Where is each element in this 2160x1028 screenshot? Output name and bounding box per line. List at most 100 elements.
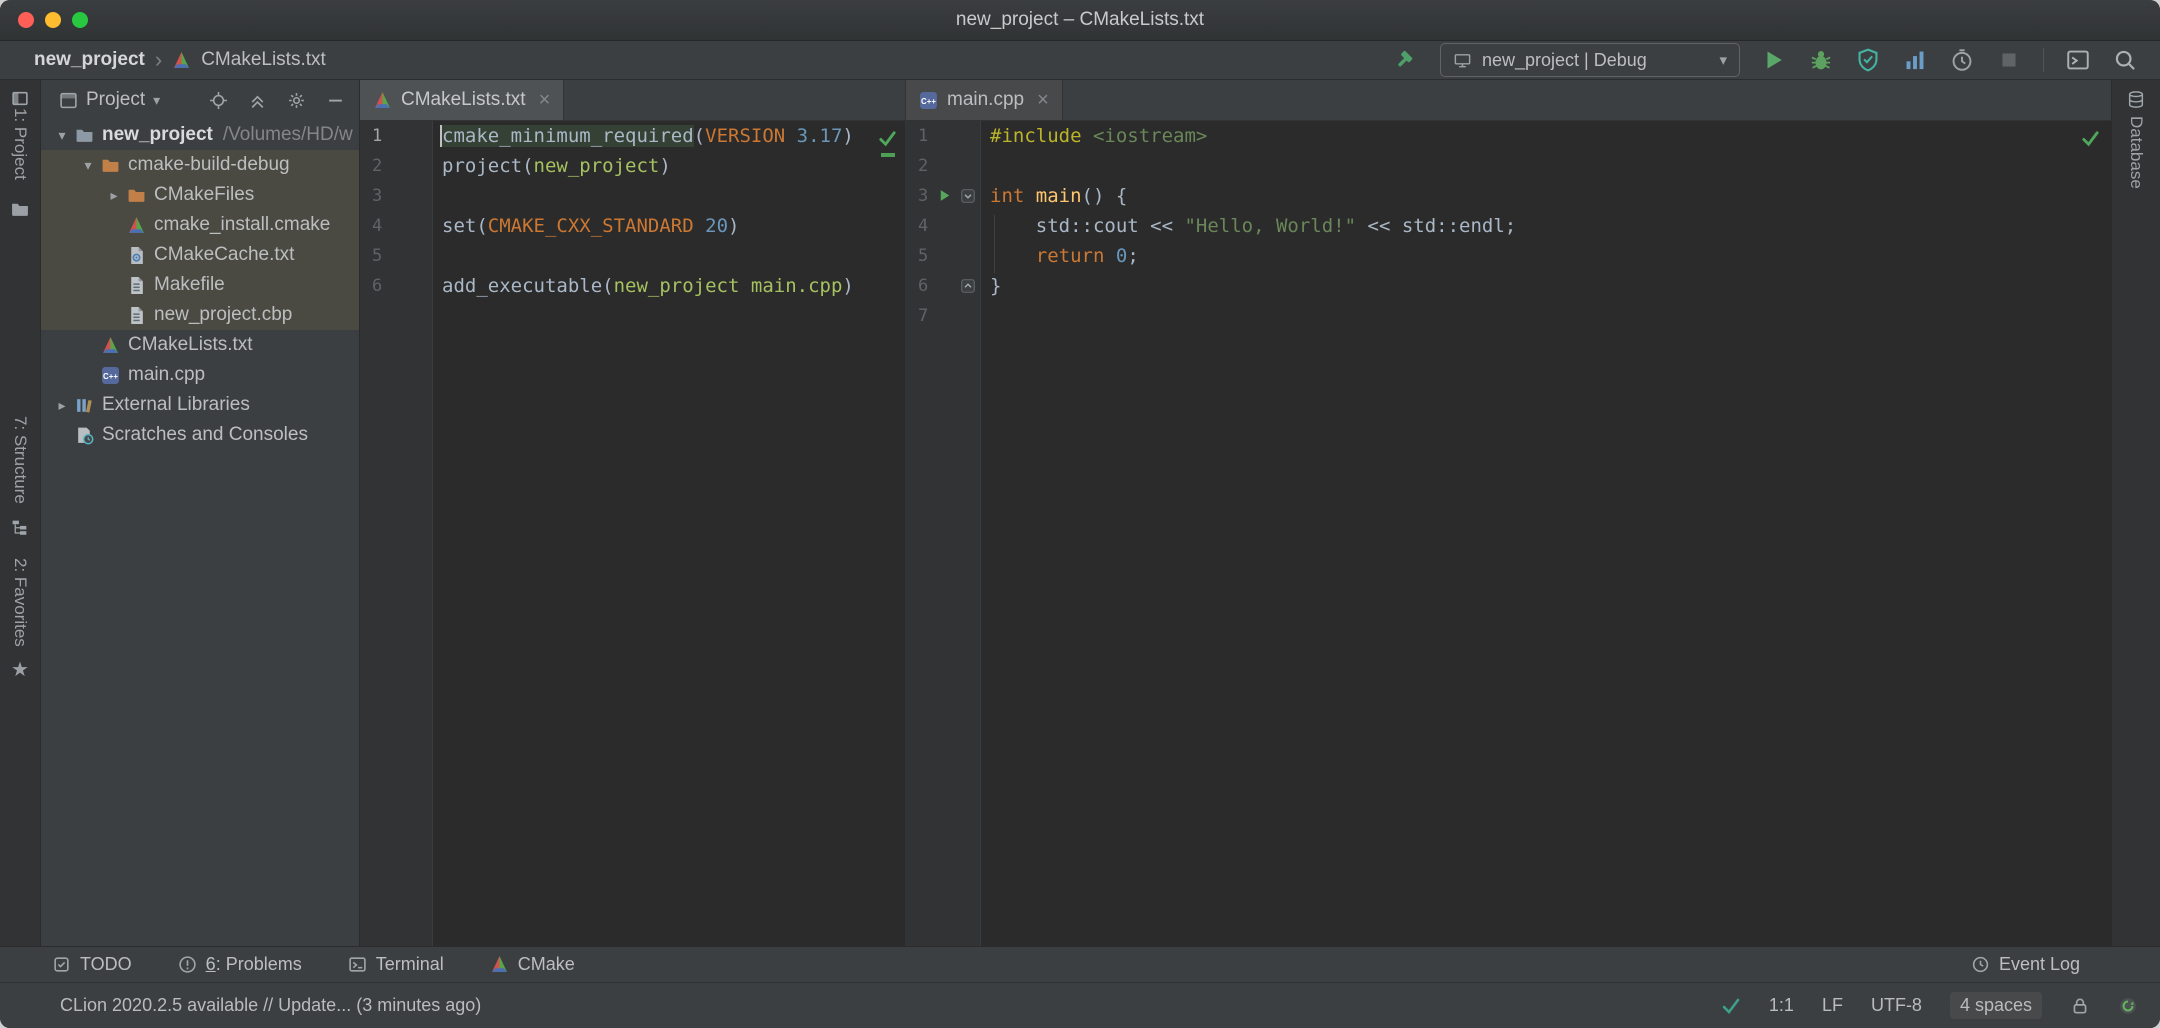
todo-icon <box>52 955 71 974</box>
close-icon[interactable]: × <box>539 89 551 112</box>
code-line[interactable]: std::cout << "Hello, World!" << std::end… <box>990 211 2111 241</box>
status-message[interactable]: CLion 2020.2.5 available // Update... (3… <box>60 995 481 1016</box>
window-title: new_project – CMakeLists.txt <box>0 9 2160 31</box>
cpp-file-icon: C++ <box>919 91 938 110</box>
stripe-button-favorites[interactable]: 2: Favorites <box>10 558 30 647</box>
gear-icon[interactable] <box>287 91 306 110</box>
structure-icon[interactable] <box>11 518 30 537</box>
build-hammer-icon[interactable] <box>1393 47 1419 73</box>
code-line[interactable] <box>442 181 905 211</box>
line-number: 1 <box>360 121 432 151</box>
debug-button[interactable] <box>1808 47 1834 73</box>
code-line[interactable]: } <box>990 271 2111 301</box>
tree-item-new-project[interactable]: ▾new_project /Volumes/HD/w <box>41 120 359 150</box>
libraries-icon <box>75 396 94 415</box>
line-number: 4 <box>360 211 432 241</box>
tree-item-label: new_project.cbp <box>154 304 292 326</box>
chevron-right-icon[interactable]: ▸ <box>49 397 75 414</box>
stripe-button-database[interactable]: Database <box>2126 116 2146 189</box>
tree-item-cmakecache-txt[interactable]: CMakeCache.txt <box>41 240 359 270</box>
database-icon[interactable] <box>2127 90 2146 109</box>
star-icon[interactable]: ★ <box>11 660 29 680</box>
code-line[interactable]: #include <iostream> <box>990 121 2111 151</box>
tree-item-new-project-cbp[interactable]: new_project.cbp <box>41 300 359 330</box>
cpu-profiler-button[interactable] <box>1949 47 1975 73</box>
tool-window-label: Terminal <box>376 954 444 975</box>
tool-window-button-problems[interactable]: 6: Problems <box>178 954 302 975</box>
terminal-button[interactable] <box>2065 47 2091 73</box>
code-line[interactable]: int main() { <box>990 181 2111 211</box>
tab-cmakelists[interactable]: CMakeLists.txt × <box>360 80 564 120</box>
line-number: 3 <box>360 181 432 211</box>
inspections-ok-icon[interactable] <box>2080 128 2101 149</box>
folder-icon[interactable] <box>11 200 30 219</box>
tool-window-button-todo[interactable]: TODO <box>52 954 132 975</box>
right-code: #include <iostream>int main() { std::cou… <box>981 121 2111 946</box>
tree-item-label: Scratches and Consoles <box>102 424 308 446</box>
caret-position-widget[interactable]: 1:1 <box>1769 995 1794 1016</box>
tool-window-label: 6: Problems <box>206 954 302 975</box>
close-icon[interactable]: × <box>1037 89 1049 112</box>
locate-file-icon[interactable] <box>209 91 228 110</box>
tree-item-label: main.cpp <box>128 364 205 386</box>
collapse-all-icon[interactable] <box>248 91 267 110</box>
run-config-selector[interactable]: new_project | Debug ▾ <box>1440 43 1740 77</box>
cpp-icon: C++ <box>101 366 120 385</box>
fold-start-icon[interactable] <box>961 189 975 203</box>
hide-panel-icon[interactable] <box>326 91 345 110</box>
update-notification-icon[interactable] <box>2118 996 2138 1016</box>
tree-item-scratches-and-consoles[interactable]: Scratches and Consoles <box>41 420 359 450</box>
tree-item-main-cpp[interactable]: C++ main.cpp <box>41 360 359 390</box>
zoom-button[interactable] <box>72 12 88 28</box>
chevron-down-icon[interactable]: ▾ <box>49 127 75 144</box>
minimize-button[interactable] <box>45 12 61 28</box>
close-button[interactable] <box>18 12 34 28</box>
run-button[interactable] <box>1761 47 1787 73</box>
tree-item-label: Makefile <box>154 274 225 296</box>
tool-window-icon[interactable] <box>11 89 30 108</box>
tool-window-button-terminal[interactable]: Terminal <box>348 954 444 975</box>
code-line[interactable] <box>990 301 2111 331</box>
cmake-ok-check-icon[interactable] <box>1721 996 1741 1016</box>
code-line[interactable] <box>990 151 2111 181</box>
tab-maincpp[interactable]: C++ main.cpp × <box>906 80 1063 120</box>
tool-window-button-cmake[interactable]: CMake <box>490 954 575 975</box>
fold-end-icon[interactable] <box>961 279 975 293</box>
event-log-button[interactable]: Event Log <box>1971 954 2080 975</box>
stripe-button-structure[interactable]: 7: Structure <box>10 416 30 504</box>
tool-window-label: CMake <box>518 954 575 975</box>
code-line[interactable]: cmake_minimum_required(VERSION 3.17) <box>442 121 905 151</box>
line-separator-widget[interactable]: LF <box>1822 995 1843 1016</box>
search-everywhere-button[interactable] <box>2112 47 2138 73</box>
tree-item-cmake-install-cmake[interactable]: cmake_install.cmake <box>41 210 359 240</box>
chevron-down-icon[interactable]: ▾ <box>75 157 101 174</box>
tree-item-makefile[interactable]: Makefile <box>41 270 359 300</box>
tree-item-cmakefiles[interactable]: ▸CMakeFiles <box>41 180 359 210</box>
tree-item-external-libraries[interactable]: ▸ External Libraries <box>41 390 359 420</box>
code-line[interactable]: set(CMAKE_CXX_STANDARD 20) <box>442 211 905 241</box>
code-line[interactable] <box>442 241 905 271</box>
tree-item-cmake-build-debug[interactable]: ▾cmake-build-debug <box>41 150 359 180</box>
code-line[interactable]: project(new_project) <box>442 151 905 181</box>
chevron-down-icon[interactable]: ▾ <box>153 92 160 109</box>
profiler-button[interactable] <box>1902 47 1928 73</box>
code-line[interactable]: return 0; <box>990 241 2111 271</box>
left-tab-bar: CMakeLists.txt × <box>360 80 905 121</box>
encoding-widget[interactable]: UTF-8 <box>1871 995 1922 1016</box>
run-icon[interactable] <box>937 188 952 203</box>
tree-item-cmakelists-txt[interactable]: CMakeLists.txt <box>41 330 359 360</box>
ide-window: new_project – CMakeLists.txt new_project… <box>0 0 2160 1028</box>
tree-item-label: External Libraries <box>102 394 250 416</box>
breadcrumb-project[interactable]: new_project <box>34 49 145 71</box>
lock-icon[interactable] <box>2070 996 2090 1016</box>
stripe-button-project[interactable]: 1: Project <box>10 108 30 180</box>
indent-widget[interactable]: 4 spaces <box>1950 992 2042 1019</box>
line-number: 1 <box>906 121 980 151</box>
tree-item-label: CMakeCache.txt <box>154 244 294 266</box>
project-panel-title[interactable]: Project <box>86 89 145 111</box>
inspections-ok-icon[interactable] <box>877 128 898 149</box>
chevron-right-icon[interactable]: ▸ <box>101 187 127 204</box>
code-line[interactable]: add_executable(new_project main.cpp) <box>442 271 905 301</box>
breadcrumb-file[interactable]: CMakeLists.txt <box>201 49 326 71</box>
coverage-button[interactable] <box>1855 47 1881 73</box>
